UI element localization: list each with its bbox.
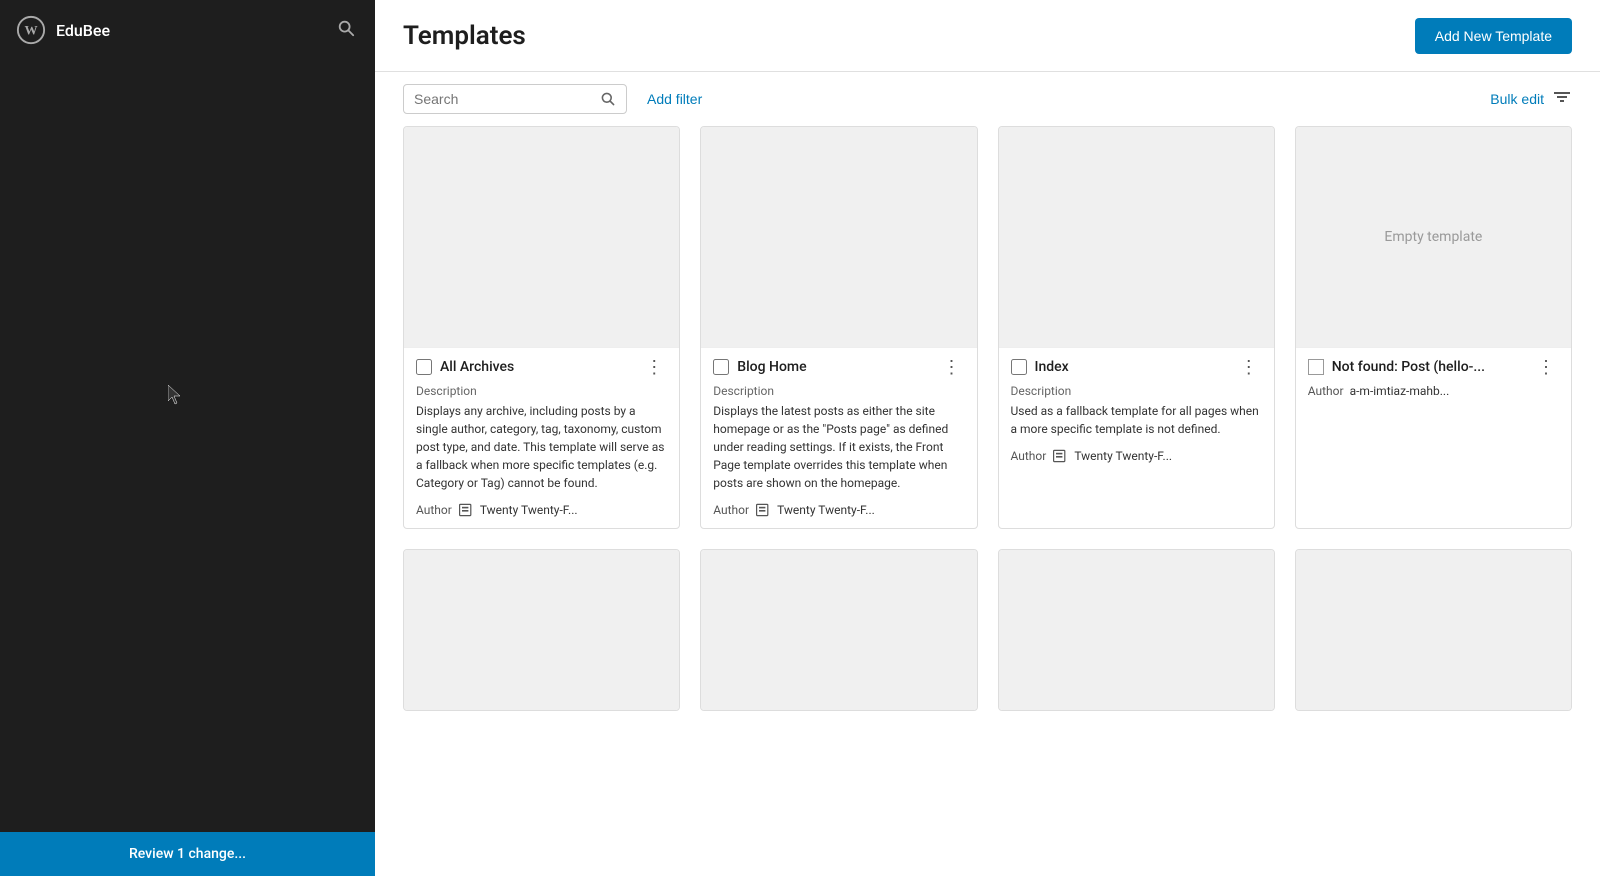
template-footer: All Archives ⋮ Description Displays any … [404, 347, 679, 528]
template-select-checkbox[interactable] [1011, 359, 1027, 375]
template-preview [404, 127, 679, 347]
template-card-row2-2[interactable] [700, 549, 977, 711]
templates-grid: All Archives ⋮ Description Displays any … [375, 126, 1600, 876]
description-text: Displays the latest posts as either the … [713, 402, 964, 492]
brand-area: W EduBee [16, 15, 110, 45]
theme-icon [755, 502, 771, 518]
template-preview [404, 550, 679, 710]
template-card-row2-4[interactable] [1295, 549, 1572, 711]
template-select-checkbox[interactable] [416, 359, 432, 375]
page-title: Templates [403, 21, 526, 51]
author-label: Author [713, 503, 749, 517]
template-preview [701, 550, 976, 710]
author-label: Author [1308, 384, 1344, 398]
description-label: Description [416, 384, 667, 398]
template-card-row2-1[interactable] [403, 549, 680, 711]
template-name-row: Blog Home ⋮ [713, 358, 964, 376]
template-preview: Empty template [1296, 127, 1571, 347]
template-select-checkbox[interactable] [713, 359, 729, 375]
template-footer: Blog Home ⋮ Description Displays the lat… [701, 347, 976, 528]
author-name: Twenty Twenty-F... [480, 503, 578, 517]
search-icon [337, 19, 355, 37]
template-card-row2-3[interactable] [998, 549, 1275, 711]
author-row: Author a-m-imtiaz-mahb... [1308, 384, 1559, 398]
empty-template-label: Empty template [1384, 229, 1482, 245]
review-changes-bar[interactable]: Review 1 change... [0, 832, 375, 876]
wordpress-logo-icon: W [16, 15, 46, 45]
template-name-left: Blog Home [713, 359, 806, 375]
template-menu-button[interactable]: ⋮ [641, 358, 667, 376]
filter-icon [1552, 87, 1572, 107]
description-label: Description [1011, 384, 1262, 398]
add-filter-button[interactable]: Add filter [639, 87, 710, 111]
theme-icon [1052, 448, 1068, 464]
template-footer: Index ⋮ Description Used as a fallback t… [999, 347, 1274, 474]
template-card-blog-home[interactable]: Blog Home ⋮ Description Displays the lat… [700, 126, 977, 529]
template-menu-button[interactable]: ⋮ [939, 358, 965, 376]
template-preview [1296, 550, 1571, 710]
author-label: Author [1011, 449, 1047, 463]
template-preview [999, 127, 1274, 347]
sidebar-search-button[interactable] [333, 15, 359, 46]
sidebar: W EduBee Review 1 change... [0, 0, 375, 876]
author-row: Author Twenty Twenty-F... [713, 502, 964, 518]
search-icon [600, 91, 616, 107]
description-text: Used as a fallback template for all page… [1011, 402, 1262, 438]
toolbar: Add filter Bulk edit [375, 72, 1600, 126]
bulk-edit-button[interactable]: Bulk edit [1490, 91, 1544, 107]
brand-name: EduBee [56, 21, 110, 40]
template-name: Blog Home [737, 359, 806, 375]
author-row: Author Twenty Twenty-F... [1011, 448, 1262, 464]
page-header: Templates Add New Template [375, 0, 1600, 72]
search-input[interactable] [414, 91, 594, 107]
filter-options-button[interactable] [1552, 87, 1572, 112]
toolbar-left: Add filter [403, 84, 710, 114]
author-label: Author [416, 503, 452, 517]
toolbar-right: Bulk edit [1490, 87, 1572, 112]
template-name: Not found: Post (hello-... [1332, 359, 1485, 375]
template-select-checkbox[interactable] [1308, 359, 1324, 375]
template-card-index[interactable]: Index ⋮ Description Used as a fallback t… [998, 126, 1275, 529]
add-new-template-button[interactable]: Add New Template [1415, 18, 1572, 54]
template-card-not-found[interactable]: Empty template Not found: Post (hello-..… [1295, 126, 1572, 529]
search-box [403, 84, 627, 114]
author-row: Author Twenty Twenty-F... [416, 502, 667, 518]
author-name: Twenty Twenty-F... [1074, 449, 1172, 463]
template-name-row: Index ⋮ [1011, 358, 1262, 376]
template-preview [999, 550, 1274, 710]
template-name: Index [1035, 359, 1069, 375]
author-name: a-m-imtiaz-mahb... [1350, 384, 1450, 398]
template-preview [701, 127, 976, 347]
template-name-left: All Archives [416, 359, 514, 375]
sidebar-header: W EduBee [0, 0, 375, 60]
template-name-left: Not found: Post (hello-... [1308, 359, 1485, 375]
template-name: All Archives [440, 359, 514, 375]
description-label: Description [713, 384, 964, 398]
template-name-row: All Archives ⋮ [416, 358, 667, 376]
main-content: Templates Add New Template Add filter Bu… [375, 0, 1600, 876]
template-name-row: Not found: Post (hello-... ⋮ [1308, 358, 1559, 376]
template-name-left: Index [1011, 359, 1069, 375]
template-menu-button[interactable]: ⋮ [1533, 358, 1559, 376]
author-name: Twenty Twenty-F... [777, 503, 875, 517]
description-text: Displays any archive, including posts by… [416, 402, 667, 492]
template-footer: Not found: Post (hello-... ⋮ Author a-m-… [1296, 347, 1571, 408]
template-menu-button[interactable]: ⋮ [1236, 358, 1262, 376]
theme-icon [458, 502, 474, 518]
template-card-all-archives[interactable]: All Archives ⋮ Description Displays any … [403, 126, 680, 529]
svg-text:W: W [24, 23, 37, 38]
